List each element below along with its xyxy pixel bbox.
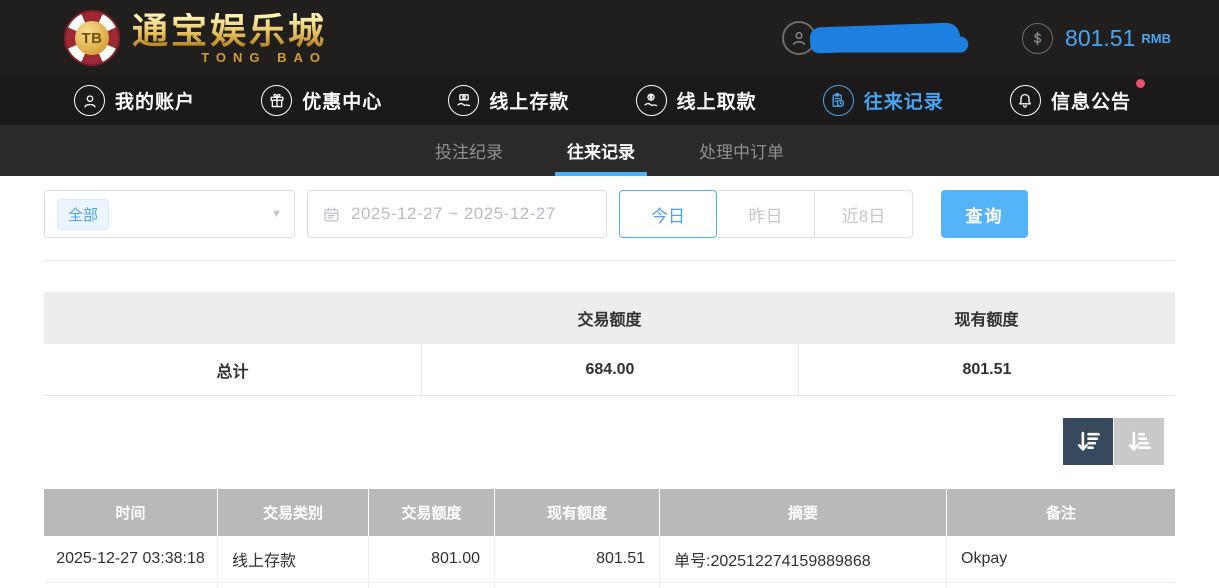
date-range-value: 2025-12-27 ~ 2025-12-27 bbox=[351, 204, 556, 224]
sort-asc-icon[interactable] bbox=[1114, 418, 1164, 465]
withdraw-icon bbox=[636, 85, 667, 116]
nav-item-withdraw[interactable]: 线上取款 bbox=[636, 85, 757, 116]
cell-balance: 801.51 bbox=[495, 536, 660, 582]
balance-currency: RMB bbox=[1141, 31, 1171, 46]
date-range-input[interactable]: 2025-12-27 ~ 2025-12-27 bbox=[307, 190, 607, 238]
deposit-icon bbox=[448, 85, 479, 116]
calendar-icon bbox=[322, 205, 341, 224]
records-header-row: 时间 交易类别 交易额度 现有额度 摘要 备注 bbox=[44, 489, 1175, 536]
section-divider bbox=[44, 260, 1175, 261]
filter-row: 全部 ▼ 2025-12-27 ~ 2025-12-27 今日 昨日 近8日 查… bbox=[44, 190, 1175, 238]
cell-type: 线上存款 bbox=[218, 536, 369, 582]
nav-item-transaction-records[interactable]: 往来记录 bbox=[823, 85, 944, 116]
brand-name-en: TONG BAO bbox=[132, 51, 327, 64]
tab-transaction-records[interactable]: 往来记录 bbox=[545, 125, 657, 176]
bell-icon bbox=[1010, 85, 1041, 116]
nav-item-announcements[interactable]: 信息公告 bbox=[1010, 85, 1131, 116]
quick-range-group: 今日 昨日 近8日 bbox=[619, 190, 913, 238]
cell-time: 2025-12-27 03:38:18 bbox=[44, 536, 218, 582]
brand-name-cn: 通宝娱乐城 bbox=[132, 13, 327, 49]
transaction-records-icon bbox=[823, 85, 854, 116]
sort-desc-icon[interactable] bbox=[1063, 418, 1113, 465]
tab-betting-records[interactable]: 投注纪录 bbox=[413, 125, 525, 176]
chevron-down-icon: ▼ bbox=[271, 208, 282, 220]
top-header: TB 通宝娱乐城 TONG BAO 801.51 RMB bbox=[0, 0, 1219, 76]
col-header-time: 时间 bbox=[44, 489, 218, 536]
summary-transaction-amount: 684.00 bbox=[421, 344, 798, 395]
main-nav: 我的账户 优惠中心 线上存款 线上取款 往来记录 信息公告 bbox=[0, 76, 1219, 125]
col-header-note: 备注 bbox=[947, 489, 1175, 536]
balance-amount: 801.51 bbox=[1065, 25, 1135, 52]
redacted-username bbox=[810, 22, 961, 53]
nav-item-promotions[interactable]: 优惠中心 bbox=[261, 85, 382, 116]
tab-pending-orders[interactable]: 处理中订单 bbox=[677, 125, 806, 176]
col-header-summary: 摘要 bbox=[660, 489, 947, 536]
col-header-balance: 现有额度 bbox=[495, 489, 660, 536]
cell-amount: 801.00 bbox=[369, 536, 495, 582]
range-button-yesterday[interactable]: 昨日 bbox=[717, 190, 815, 238]
range-button-last8days[interactable]: 近8日 bbox=[815, 190, 913, 238]
gift-icon bbox=[261, 85, 292, 116]
category-select[interactable]: 全部 ▼ bbox=[44, 190, 295, 238]
user-icon bbox=[74, 85, 105, 116]
cell-summary: 单号:202512274159889868 bbox=[660, 536, 947, 582]
chip-label: TB bbox=[75, 21, 109, 55]
subtab-bar: 投注纪录 往来记录 处理中订单 bbox=[0, 125, 1219, 176]
summary-header-transaction-amount: 交易额度 bbox=[421, 292, 798, 344]
summary-header-current-balance: 现有额度 bbox=[798, 292, 1175, 344]
summary-header-row: 交易额度 现有额度 bbox=[44, 292, 1175, 344]
user-account[interactable] bbox=[782, 21, 960, 55]
summary-table: 交易额度 现有额度 总计 684.00 801.51 bbox=[44, 292, 1175, 396]
col-header-amount: 交易额度 bbox=[369, 489, 495, 536]
balance[interactable]: 801.51 RMB bbox=[1022, 23, 1171, 54]
range-button-today[interactable]: 今日 bbox=[619, 190, 717, 238]
col-header-type: 交易类别 bbox=[218, 489, 369, 536]
poker-chip-logo-icon: TB bbox=[64, 10, 120, 66]
summary-header-empty bbox=[44, 292, 421, 344]
notification-dot bbox=[1136, 79, 1145, 88]
selected-category-tag: 全部 bbox=[57, 199, 109, 230]
summary-current-balance: 801.51 bbox=[798, 344, 1175, 395]
nav-item-my-account[interactable]: 我的账户 bbox=[74, 85, 195, 116]
brand-logo[interactable]: TB 通宝娱乐城 TONG BAO bbox=[64, 10, 327, 66]
sort-controls bbox=[44, 418, 1164, 465]
records-table: 时间 交易类别 交易额度 现有额度 摘要 备注 2025-12-27 03:38… bbox=[44, 489, 1175, 588]
dollar-circle-icon bbox=[1022, 23, 1053, 54]
summary-total-row: 总计 684.00 801.51 bbox=[44, 344, 1175, 396]
search-button[interactable]: 查询 bbox=[941, 190, 1028, 238]
table-row: 2025-12-27 03:38:18 线上存款 801.00 801.51 单… bbox=[44, 536, 1175, 583]
nav-item-deposit[interactable]: 线上存款 bbox=[448, 85, 569, 116]
summary-total-label: 总计 bbox=[44, 344, 421, 395]
cell-note: Okpay bbox=[947, 536, 1175, 582]
table-row-partial bbox=[44, 583, 1175, 588]
